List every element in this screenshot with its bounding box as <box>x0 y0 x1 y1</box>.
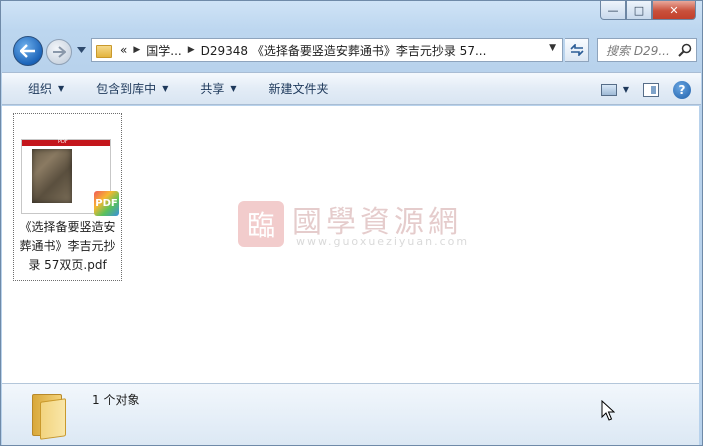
file-list-area[interactable]: PDF PDF 《选择备要竖造安 葬通书》李吉元抄 录 57双页.pdf 臨 國… <box>2 106 699 383</box>
help-icon[interactable]: ? <box>673 80 691 99</box>
folder-icon <box>96 43 112 58</box>
breadcrumb-item[interactable]: 国学... <box>146 42 181 59</box>
watermark: 臨 國學資源網 www.guoxueziyuan.com <box>238 195 478 255</box>
command-bar: 组织 ▼ 包含到库中 ▼ 共享 ▼ 新建文件夹 ▼ ? <box>2 72 701 105</box>
breadcrumb-separator-icon[interactable]: ▶ <box>188 45 195 55</box>
minimize-icon: — <box>607 3 619 17</box>
organize-label: 组织 <box>28 82 53 96</box>
file-name-line: 《选择备要竖造安 <box>19 220 116 234</box>
command-bar-right: ▼ ? <box>600 73 691 106</box>
refresh-icon <box>569 44 584 56</box>
breadcrumb-item-current[interactable]: D29348 《选择备要竖造安葬通书》李吉元抄录 57... <box>201 42 487 59</box>
chevron-down-icon: ▼ <box>622 85 629 94</box>
organize-button[interactable]: 组织 ▼ <box>2 72 76 105</box>
details-pane: 1 个对象 <box>2 383 699 445</box>
search-input[interactable]: 搜索 D29... <box>597 38 697 62</box>
pdf-badge-icon: PDF <box>94 191 119 216</box>
back-button[interactable] <box>13 36 43 66</box>
explorer-window: — □ ✕ « ▶ 国学... ▶ D29348 《选择备要竖造安葬通书》李吉元… <box>0 0 703 446</box>
maximize-button[interactable]: □ <box>626 1 652 20</box>
view-icon <box>600 83 617 96</box>
caption-buttons: — □ ✕ <box>600 1 696 21</box>
file-item[interactable]: PDF PDF 《选择备要竖造安 葬通书》李吉元抄 录 57双页.pdf <box>13 113 122 281</box>
pdf-badge-text: PDF <box>95 198 118 209</box>
search-placeholder: 搜索 D29... <box>606 43 670 58</box>
refresh-button[interactable] <box>565 38 589 62</box>
folder-icon <box>30 388 68 440</box>
include-in-library-button[interactable]: 包含到库中 ▼ <box>76 72 180 105</box>
recent-pages-dropdown[interactable] <box>77 46 87 56</box>
search-icon[interactable] <box>678 43 692 57</box>
mouse-cursor-icon <box>601 400 615 421</box>
new-folder-label: 新建文件夹 <box>268 82 329 96</box>
address-overflow[interactable]: « <box>120 43 127 57</box>
chevron-down-icon: ▼ <box>58 84 65 93</box>
share-button[interactable]: 共享 ▼ <box>180 72 248 105</box>
watermark-url: www.guoxueziyuan.com <box>296 235 470 248</box>
chevron-down-icon <box>77 47 86 53</box>
chevron-down-icon: ▼ <box>162 84 169 93</box>
navigation-row: « ▶ 国学... ▶ D29348 《选择备要竖造安葬通书》李吉元抄录 57.… <box>9 34 699 66</box>
address-dropdown-icon[interactable]: ▼ <box>549 43 556 53</box>
file-name-line: 葬通书》李吉元抄 <box>19 239 116 253</box>
pdf-thumbnail-header: PDF <box>22 139 110 146</box>
back-arrow-icon <box>20 44 35 58</box>
scanned-page-image <box>32 149 72 203</box>
preview-pane-icon[interactable] <box>643 82 659 97</box>
maximize-icon: □ <box>633 3 645 17</box>
forward-arrow-icon <box>53 46 66 58</box>
forward-button[interactable] <box>46 39 72 65</box>
chevron-down-icon: ▼ <box>230 84 237 93</box>
address-bar[interactable]: « ▶ 国学... ▶ D29348 《选择备要竖造安葬通书》李吉元抄录 57.… <box>91 38 563 62</box>
close-button[interactable]: ✕ <box>652 1 696 20</box>
object-count: 1 个对象 <box>92 393 140 407</box>
watermark-logo: 臨 <box>238 201 284 247</box>
share-label: 共享 <box>200 82 225 96</box>
change-view-button[interactable]: ▼ <box>600 83 629 96</box>
new-folder-button[interactable]: 新建文件夹 <box>249 72 341 105</box>
file-name: 《选择备要竖造安 葬通书》李吉元抄 录 57双页.pdf <box>14 218 121 275</box>
close-icon: ✕ <box>669 3 679 17</box>
file-name-line: 录 57双页.pdf <box>28 258 107 272</box>
breadcrumb-separator-icon[interactable]: ▶ <box>133 45 140 55</box>
include-in-library-label: 包含到库中 <box>96 82 157 96</box>
pdf-thumbnail-header-text: PDF <box>58 139 68 145</box>
minimize-button[interactable]: — <box>600 1 626 20</box>
